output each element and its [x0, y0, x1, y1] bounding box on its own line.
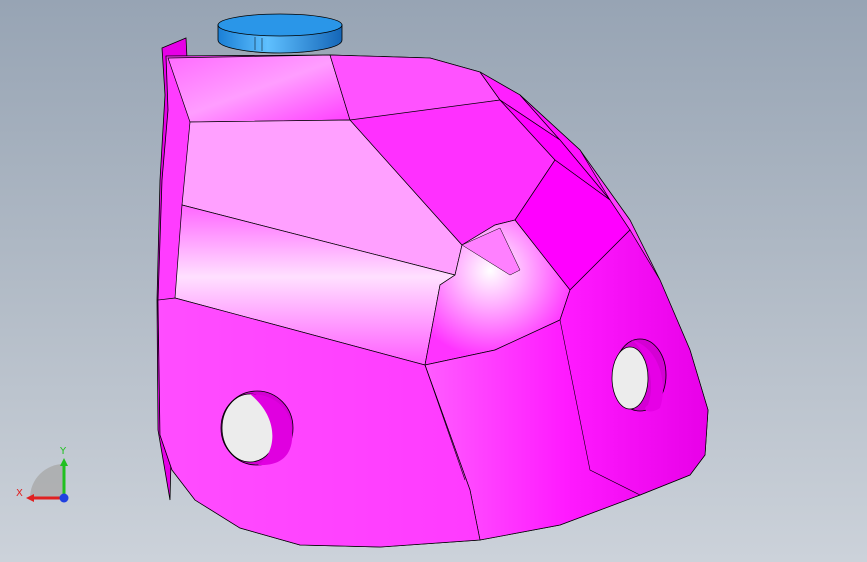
cad-viewport[interactable]: X Y — [0, 0, 867, 562]
part-model[interactable] — [0, 0, 867, 562]
x-axis-label: X — [16, 488, 23, 499]
left-mounting-hole[interactable] — [220, 390, 294, 466]
y-axis-label: Y — [59, 446, 67, 457]
part-top-face[interactable] — [167, 54, 351, 123]
coordinate-triad: X Y — [16, 446, 69, 503]
top-cap[interactable] — [217, 13, 343, 54]
